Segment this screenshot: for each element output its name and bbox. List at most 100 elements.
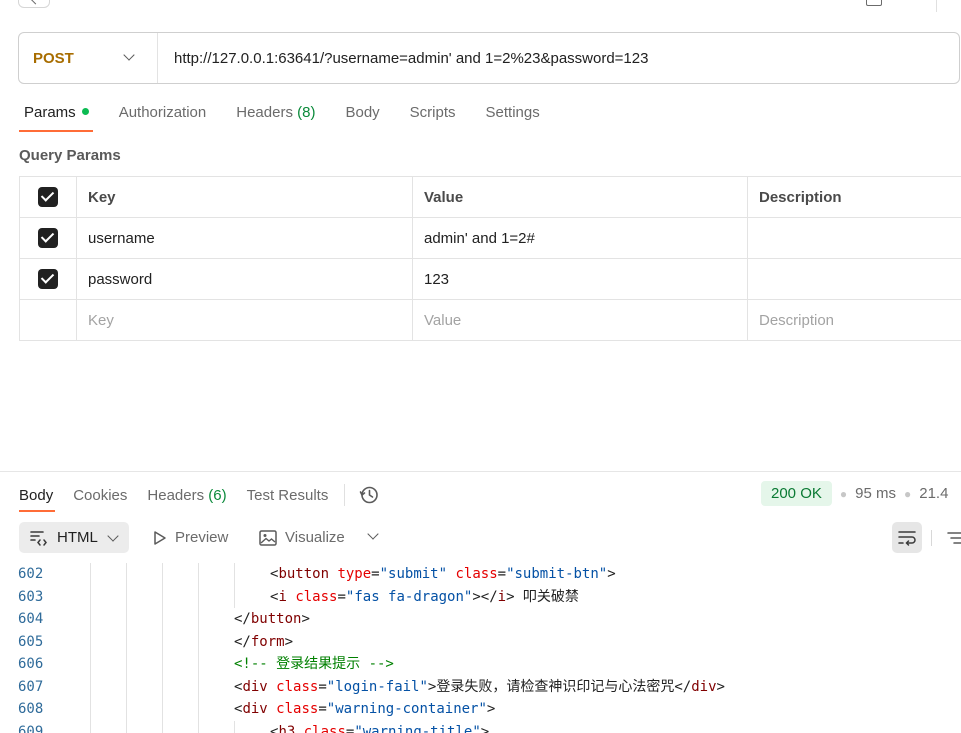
- collapse-chevron-icon[interactable]: [18, 0, 50, 8]
- tab-body[interactable]: Body: [345, 104, 379, 130]
- code-token: i: [497, 588, 507, 605]
- new-description-input[interactable]: Description: [747, 300, 961, 340]
- code-token: =: [371, 566, 380, 582]
- param-value-cell[interactable]: admin' and 1=2#: [412, 218, 747, 258]
- tab-settings[interactable]: Settings: [486, 104, 540, 130]
- tab-headers-count: (8): [297, 104, 316, 121]
- line-number: 603: [18, 588, 44, 605]
- param-description-cell[interactable]: [747, 259, 961, 299]
- divider: [931, 530, 932, 546]
- param-description-cell[interactable]: [747, 218, 961, 258]
- response-time[interactable]: 95 ms: [855, 485, 896, 502]
- tab-headers[interactable]: Headers (8): [236, 104, 315, 130]
- param-value-cell[interactable]: 123: [412, 259, 747, 299]
- code-token: "login-fail": [326, 678, 428, 695]
- indent-guide: [126, 720, 127, 733]
- tab-settings-label: Settings: [485, 104, 540, 121]
- response-code-view[interactable]: 602 <button type="submit" class="submit-b…: [0, 563, 961, 733]
- tab-scripts-label: Scripts: [409, 104, 456, 121]
- resp-tab-cookies[interactable]: Cookies: [73, 487, 127, 504]
- code-text: <i class="fas fa-dragon"></i> 叩关破禁: [270, 586, 579, 609]
- new-key-input[interactable]: Key: [76, 300, 412, 340]
- code-line: 604 </button>: [0, 608, 961, 631]
- preview-label: Preview: [175, 529, 229, 546]
- response-size[interactable]: 21.4: [919, 485, 948, 502]
- indent-guide: [126, 653, 127, 676]
- line-number: 604: [18, 611, 44, 627]
- code-token: >: [480, 723, 490, 733]
- code-token: "submit": [379, 566, 448, 582]
- indent-guide: [198, 653, 199, 676]
- indent-guide: [198, 630, 199, 653]
- params-active-dot-icon: [81, 107, 89, 115]
- new-value-input[interactable]: Value: [412, 300, 747, 340]
- response-tabs: Body Cookies Headers (6) Test Results: [19, 484, 379, 506]
- visualize-label: Visualize: [285, 529, 345, 546]
- tab-authorization[interactable]: Authorization: [119, 104, 207, 130]
- code-token: class: [276, 701, 319, 717]
- indent-guide: [126, 563, 127, 586]
- indent-guide: [234, 585, 235, 608]
- resp-tab-headers-count: (6): [208, 486, 227, 504]
- format-label: HTML: [57, 529, 98, 546]
- code-token: div: [691, 678, 717, 695]
- param-key-cell[interactable]: password: [76, 259, 412, 299]
- method-select[interactable]: POST: [19, 33, 158, 83]
- resp-tab-body[interactable]: Body: [19, 487, 53, 504]
- code-format-icon: [30, 530, 47, 546]
- code-token: class: [455, 566, 498, 582]
- history-icon[interactable]: [359, 485, 379, 505]
- chevron-down-icon: [367, 528, 379, 540]
- wrap-lines-button[interactable]: [892, 522, 922, 553]
- resp-tab-test-results[interactable]: Test Results: [247, 487, 329, 504]
- code-token: h3: [278, 723, 296, 733]
- code-token: button: [278, 566, 330, 582]
- url-input[interactable]: [158, 33, 959, 83]
- code-token: i: [278, 588, 287, 605]
- param-key-cell[interactable]: username: [76, 218, 412, 258]
- code-text: <h3 class="warning-title">: [270, 721, 489, 733]
- indent-guide: [162, 630, 163, 653]
- pane-divider[interactable]: [0, 471, 961, 472]
- tab-authorization-label: Authorization: [118, 104, 207, 121]
- visualize-button[interactable]: Visualize: [259, 522, 345, 553]
- visualize-dropdown-button[interactable]: [365, 522, 385, 553]
- param-checkbox[interactable]: [38, 228, 58, 248]
- indent-guide: [90, 563, 91, 586]
- code-token: </: [234, 633, 251, 650]
- line-number: 605: [18, 633, 44, 650]
- indent-guide: [126, 585, 127, 608]
- preview-button[interactable]: Preview: [153, 522, 228, 553]
- tab-scripts[interactable]: Scripts: [410, 104, 456, 130]
- code-line: 609 <h3 class="warning-title">: [0, 720, 961, 733]
- status-badge[interactable]: 200 OK: [761, 481, 832, 506]
- code-token: </: [234, 611, 251, 627]
- resp-tab-headers[interactable]: Headers (6): [147, 487, 226, 504]
- code-line: 607 <div class="login-fail">登录失败，请检查神识印记与…: [0, 675, 961, 698]
- header-description: Description: [747, 177, 961, 217]
- code-token: div: [242, 678, 268, 695]
- code-token: >: [301, 611, 310, 627]
- code-token: form: [250, 633, 285, 650]
- response-toolbar: HTML Preview Visualize: [19, 522, 961, 554]
- code-token: > 叩关破禁: [506, 588, 579, 605]
- param-checkbox[interactable]: [38, 269, 58, 289]
- indent-guide: [126, 608, 127, 631]
- tab-params[interactable]: Params: [24, 104, 89, 130]
- indent-guide: [234, 720, 235, 733]
- format-select[interactable]: HTML: [19, 522, 129, 553]
- table-header-row: Key Value Description: [19, 177, 961, 218]
- select-all-checkbox[interactable]: [38, 187, 58, 207]
- line-number: 608: [18, 701, 44, 717]
- filter-icon[interactable]: [947, 530, 961, 546]
- save-icon[interactable]: [866, 0, 882, 6]
- indent-guide: [126, 630, 127, 653]
- chevron-down-icon: [107, 530, 119, 542]
- header-value: Value: [412, 177, 747, 217]
- code-text: <div class="warning-container">: [234, 698, 495, 721]
- code-token: type: [337, 566, 372, 582]
- code-line: 608 <div class="warning-container">: [0, 698, 961, 721]
- tab-body-label: Body: [345, 104, 380, 121]
